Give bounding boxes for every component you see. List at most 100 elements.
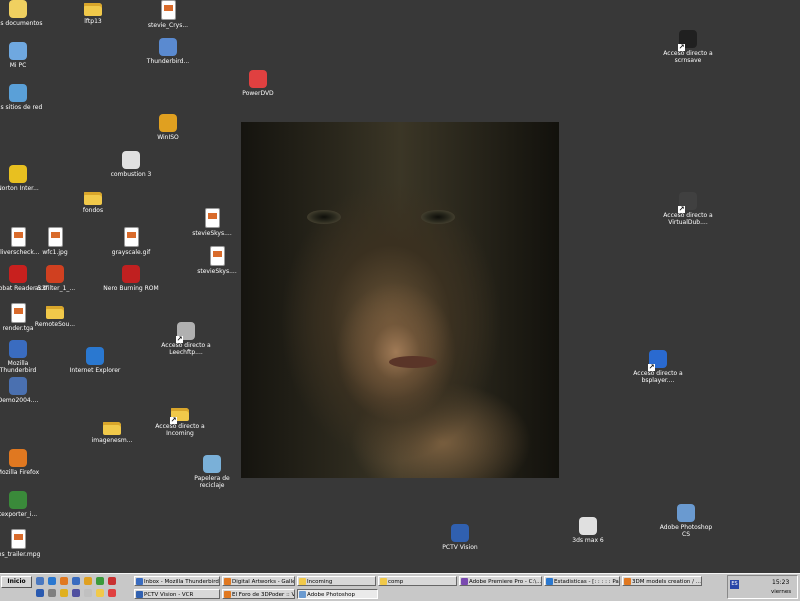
desktop-icon[interactable]: fondos xyxy=(64,189,122,214)
3dsmax-icon xyxy=(579,517,597,535)
desktop-icon-label: PCTV Vision xyxy=(442,544,478,551)
thunderbird-icon xyxy=(9,340,27,358)
leechftp-icon xyxy=(176,322,195,343)
cd-icon[interactable] xyxy=(84,589,92,597)
taskbar-button[interactable]: Digital Artworks - Gallery... xyxy=(222,576,295,586)
desktop-icon-label: ac3filter_1_... xyxy=(34,285,76,292)
desktop-icon[interactable]: Acceso directo a Leechftp.... xyxy=(157,322,215,356)
taskbar-button[interactable]: PCTV Vision - VCR xyxy=(134,589,220,599)
desktop-icon[interactable]: stevieSkys.... xyxy=(183,208,241,237)
taskbar-button[interactable]: Incoming xyxy=(297,576,376,586)
plugin-icon xyxy=(9,491,27,509)
desktop-icon[interactable]: Papelera de reciclaje xyxy=(183,455,241,489)
bsplayer-icon xyxy=(648,350,667,371)
media-icon[interactable] xyxy=(84,577,92,585)
desktop-icon[interactable]: Acceso directo a Incoming xyxy=(151,405,209,437)
desktop-icon[interactable]: 3ds max 6 xyxy=(559,517,617,544)
language-indicator[interactable]: ES xyxy=(730,580,739,589)
taskbar-button[interactable]: Adobe Premiere Pro - C:\... xyxy=(459,576,542,586)
desktop-icon-label: stevie_Crys... xyxy=(147,22,189,29)
desktop-icon[interactable]: Internet Explorer xyxy=(66,347,124,374)
winamp-icon[interactable] xyxy=(60,589,68,597)
desktop-icon[interactable]: Nero Burning ROM xyxy=(102,265,160,292)
desktop-icon[interactable]: combustion 3 xyxy=(102,151,160,178)
taskbar-button[interactable]: Inbox - Mozilla Thunderbird xyxy=(134,576,220,586)
desktop-icon-label: Internet Explorer xyxy=(69,367,121,374)
start-button[interactable]: Inicio xyxy=(1,576,32,588)
wallpaper-mouth xyxy=(389,356,437,368)
desktop-icon-label: wfc1.jpg xyxy=(42,249,68,256)
desktop-icon[interactable]: Mis documentos xyxy=(0,0,47,27)
desktop-icon[interactable]: stevie_Crys... xyxy=(139,0,197,29)
desktop-icon[interactable]: Demo2004.... xyxy=(0,377,47,404)
wallpaper-eye-right xyxy=(421,210,455,224)
folder-icon xyxy=(84,192,102,205)
taskbar-button[interactable]: 3DM models creation / ... xyxy=(622,576,702,586)
desktop-icon-label: Mis sitios de red xyxy=(0,104,43,111)
red-app-icon[interactable] xyxy=(108,577,116,585)
music-icon[interactable] xyxy=(72,589,80,597)
folder-icon xyxy=(103,422,121,435)
desktop-icon[interactable]: Mozilla Firefox xyxy=(0,449,47,476)
desktop-icon[interactable]: lftp13 xyxy=(64,0,122,25)
desktop-icon-label: combustion 3 xyxy=(110,171,152,178)
screensaver-icon xyxy=(678,30,697,51)
firefox-icon[interactable] xyxy=(60,577,68,585)
app-icon xyxy=(624,578,631,585)
desktop-icon[interactable]: Mi PC xyxy=(0,42,47,69)
desktop-icon-label: Mis documentos xyxy=(0,20,43,27)
folder-icon[interactable] xyxy=(96,589,104,597)
desktop[interactable]: Mis documentos Mi PC Mis sitios de red Nort… xyxy=(0,0,800,573)
video-file-icon xyxy=(10,529,26,549)
firefox-icon xyxy=(9,449,27,467)
image-file-icon xyxy=(160,0,176,20)
ie-icon xyxy=(86,347,104,365)
desktop-icon[interactable]: Acceso directo a bsplayer.... xyxy=(629,350,687,384)
desktop-icon[interactable]: ms_trailer.mpg xyxy=(0,529,47,558)
blue-app-icon[interactable] xyxy=(36,589,44,597)
desktop-icon[interactable]: Mis sitios de red xyxy=(0,84,47,111)
taskbar-button[interactable]: Adobe Photoshop xyxy=(297,589,378,599)
desktop-icon[interactable]: Thunderbird... xyxy=(139,38,197,65)
desktop-icon[interactable]: PowerDVD xyxy=(229,70,287,97)
desktop-icon-label: RemoteSou... xyxy=(34,321,76,328)
desktop-icon-label: PowerDVD xyxy=(242,90,274,97)
desktop-icon-label: Norton Inter... xyxy=(0,185,39,192)
desktop-icon[interactable]: wfc1.jpg xyxy=(26,227,84,256)
taskbar-button[interactable]: Estadisticas - [: : : : : Pa... xyxy=(544,576,620,586)
desktop-icon-label: grayscale.gif xyxy=(111,249,151,256)
desktop-icon[interactable]: Norton Inter... xyxy=(0,165,47,192)
recycle-bin-icon xyxy=(203,455,221,473)
desktop-icon[interactable]: imagenesm... xyxy=(83,419,141,444)
desktop-icon[interactable]: Acceso directo a VirtualDub.... xyxy=(659,192,717,226)
desktop-icon-label: Acceso directo a Leechftp.... xyxy=(161,342,211,356)
taskbar: Inicio Inbox - Mozilla Thunderbird Digita… xyxy=(0,573,800,601)
desktop-icon[interactable]: Adobe Photoshop CS xyxy=(657,504,715,538)
thunderbird-icon[interactable] xyxy=(72,577,80,585)
desktop-icon[interactable]: Mozilla Thunderbird xyxy=(0,340,47,374)
photoshop-icon xyxy=(677,504,695,522)
desktop-icon[interactable]: PCTV Vision xyxy=(431,524,489,551)
show-desktop-icon[interactable] xyxy=(36,577,44,585)
desktop-icon[interactable]: WinISO xyxy=(139,114,197,141)
taskbar-button[interactable]: El Foro de 3DPoder :: Ve... xyxy=(222,589,295,599)
desktop-icon-label: Acceso directo a bsplayer.... xyxy=(633,370,683,384)
desktop-icon-label: Adobe Photoshop CS xyxy=(659,524,713,538)
desktop-icon-label: stevieSkys.... xyxy=(192,230,232,237)
ie-icon[interactable] xyxy=(48,577,56,585)
settings-icon[interactable] xyxy=(48,589,56,597)
dvd-icon[interactable] xyxy=(108,589,116,597)
desktop-icon[interactable]: grayscale.gif xyxy=(102,227,160,256)
desktop-icon-label: Demo2004.... xyxy=(0,397,39,404)
ac3filter-icon xyxy=(46,265,64,283)
taskbar-button[interactable]: comp xyxy=(378,576,457,586)
desktop-icon[interactable]: stevieSkys.... xyxy=(188,246,246,275)
desktop-icon[interactable]: Acceso directo a scrnsave xyxy=(659,30,717,64)
clock-time[interactable]: 15:23 xyxy=(772,579,789,586)
wallpaper-portrait-image xyxy=(241,122,559,478)
mydocs-icon xyxy=(9,0,27,18)
desktop-icon[interactable]: RemoteSou... xyxy=(26,303,84,328)
green-app-icon[interactable] xyxy=(96,577,104,585)
desktop-icon[interactable]: ac3filter_1_... xyxy=(26,265,84,292)
desktop-icon[interactable]: texporter_i... xyxy=(0,491,47,518)
